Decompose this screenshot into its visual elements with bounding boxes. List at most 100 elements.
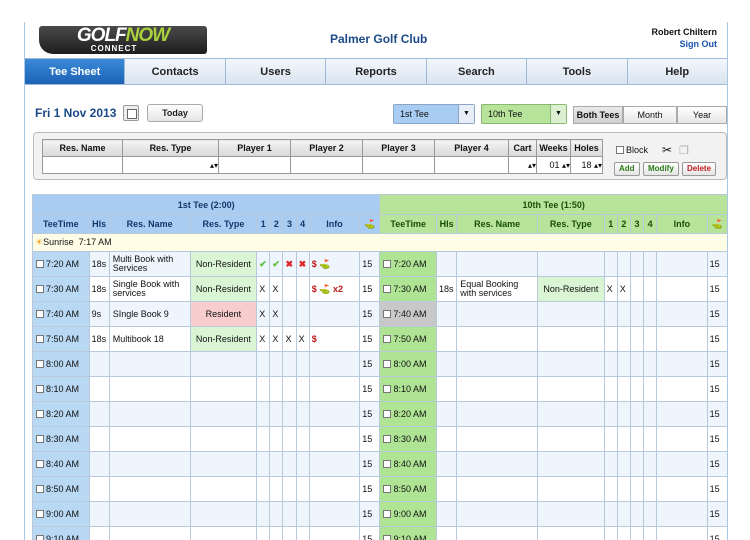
delete-button[interactable]: Delete (682, 162, 717, 176)
tee10-time-slot[interactable]: 9:00 AM (379, 501, 437, 527)
tee10-time-slot[interactable]: 8:10 AM (379, 376, 437, 402)
select-checkbox[interactable] (36, 535, 44, 540)
res-name-cell[interactable] (456, 326, 539, 352)
player-1-input[interactable] (218, 156, 291, 174)
select-checkbox[interactable] (383, 410, 392, 418)
res-name-cell[interactable] (108, 426, 191, 452)
res-name-cell[interactable] (456, 526, 539, 540)
select-checkbox[interactable] (383, 310, 392, 318)
res-name-cell[interactable] (456, 451, 539, 477)
modify-button[interactable]: Modify (643, 162, 679, 176)
select-checkbox[interactable] (36, 360, 44, 368)
select-checkbox[interactable] (36, 435, 44, 443)
tee1-time-slot[interactable]: 8:10 AM (32, 376, 90, 402)
res-name-cell[interactable]: SIngle Book 9 (108, 301, 191, 327)
tab-users[interactable]: Users (225, 59, 327, 84)
select-checkbox[interactable] (36, 285, 44, 293)
tee10-time-slot[interactable]: 8:40 AM (379, 451, 437, 477)
select-checkbox[interactable] (36, 335, 44, 343)
calendar-icon[interactable] (123, 105, 139, 121)
player-2-input[interactable] (290, 156, 363, 174)
res-name-cell[interactable] (108, 501, 191, 527)
tab-reports[interactable]: Reports (326, 59, 427, 84)
tee1-time-slot[interactable]: 9:10 AM (32, 526, 90, 540)
tee1-time-slot[interactable]: 8:50 AM (32, 476, 90, 502)
tee10-time-slot[interactable]: 7:40 AM (379, 301, 437, 327)
tee1-time-slot[interactable]: 8:00 AM (32, 351, 90, 377)
tee1-time-slot[interactable]: 7:50 AM (32, 326, 90, 352)
res-name-cell[interactable]: Single Book with services (108, 276, 191, 302)
view-both-tees[interactable]: Both Tees (573, 106, 623, 124)
res-name-cell[interactable] (108, 351, 191, 377)
select-checkbox[interactable] (383, 535, 392, 540)
res-name-cell[interactable] (108, 526, 191, 540)
res-name-cell[interactable] (456, 426, 539, 452)
holes-select[interactable]: 18 ▴▾ (570, 156, 603, 174)
select-checkbox[interactable] (36, 260, 44, 268)
select-checkbox[interactable] (36, 385, 44, 393)
res-name-cell[interactable] (108, 451, 191, 477)
cart-select[interactable]: ▴▾ (508, 156, 537, 174)
res-name-cell[interactable] (456, 301, 539, 327)
select-checkbox[interactable] (383, 335, 392, 343)
tee1-time-slot[interactable]: 7:30 AM (32, 276, 90, 302)
tab-tools[interactable]: Tools (527, 59, 628, 84)
tee1-time-slot[interactable]: 8:30 AM (32, 426, 90, 452)
block-checkbox[interactable]: Block (616, 145, 648, 155)
tee10-time-slot[interactable]: 7:50 AM (379, 326, 437, 352)
copy-icon[interactable]: ❐ (679, 144, 689, 157)
select-checkbox[interactable] (36, 510, 44, 518)
res-name-cell[interactable] (108, 476, 191, 502)
view-month[interactable]: Month (623, 106, 677, 124)
res-name-cell[interactable] (456, 376, 539, 402)
tee10-time-slot[interactable]: 9:10 AM (379, 526, 437, 540)
res-name-cell[interactable] (456, 401, 539, 427)
view-year[interactable]: Year (677, 106, 727, 124)
select-checkbox[interactable] (36, 485, 44, 493)
sign-out-link[interactable]: Sign Out (651, 38, 718, 50)
tee10-select[interactable]: 10th Tee ▼ (481, 104, 567, 124)
player-4-input[interactable] (434, 156, 509, 174)
res-name-cell[interactable] (108, 401, 191, 427)
select-checkbox[interactable] (383, 485, 392, 493)
select-checkbox[interactable] (383, 285, 392, 293)
tee1-time-slot[interactable]: 8:20 AM (32, 401, 90, 427)
res-name-cell[interactable] (108, 376, 191, 402)
res-name-cell[interactable] (456, 251, 539, 277)
scissors-icon[interactable]: ✂ (662, 143, 672, 157)
select-checkbox[interactable] (36, 410, 44, 418)
today-button[interactable]: Today (147, 104, 203, 122)
res-name-cell[interactable]: Equal Booking with services (456, 276, 539, 302)
select-checkbox[interactable] (383, 460, 392, 468)
weeks-select[interactable]: 01 ▴▾ (536, 156, 571, 174)
res-type-select[interactable]: ▴▾ (122, 156, 219, 174)
tee10-time-slot[interactable]: 8:20 AM (379, 401, 437, 427)
player-3-input[interactable] (362, 156, 435, 174)
tee10-time-slot[interactable]: 8:50 AM (379, 476, 437, 502)
tee10-time-slot[interactable]: 7:20 AM (379, 251, 437, 277)
tab-contacts[interactable]: Contacts (125, 59, 226, 84)
res-name-cell[interactable] (456, 501, 539, 527)
tee1-time-slot[interactable]: 8:40 AM (32, 451, 90, 477)
select-checkbox[interactable] (36, 310, 44, 318)
tab-help[interactable]: Help (627, 59, 727, 84)
tee1-time-slot[interactable]: 7:40 AM (32, 301, 90, 327)
res-name-cell[interactable]: Multibook 18 (108, 326, 191, 352)
tee10-time-slot[interactable]: 8:00 AM (379, 351, 437, 377)
tab-search[interactable]: Search (426, 59, 528, 84)
select-checkbox[interactable] (383, 260, 392, 268)
tab-tee-sheet[interactable]: Tee Sheet (25, 59, 126, 84)
select-checkbox[interactable] (383, 360, 392, 368)
tee1-time-slot[interactable]: 7:20 AM (32, 251, 90, 277)
tee10-time-slot[interactable]: 7:30 AM (379, 276, 437, 302)
res-name-cell[interactable] (456, 351, 539, 377)
select-checkbox[interactable] (383, 435, 392, 443)
res-name-cell[interactable]: Multi Book with Services (108, 251, 191, 277)
res-name-cell[interactable] (456, 476, 539, 502)
select-checkbox[interactable] (383, 510, 392, 518)
tee10-time-slot[interactable]: 8:30 AM (379, 426, 437, 452)
select-checkbox[interactable] (383, 385, 392, 393)
add-button[interactable]: Add (614, 162, 640, 176)
tee1-select[interactable]: 1st Tee ▼ (393, 104, 475, 124)
select-checkbox[interactable] (36, 460, 44, 468)
